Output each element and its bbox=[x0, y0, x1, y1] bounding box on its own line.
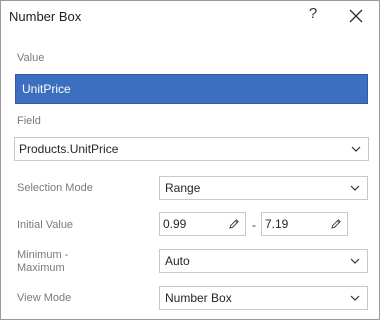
initial-value-from-text: 0.99 bbox=[163, 217, 187, 231]
number-box-dialog: Number Box ? Value UnitPrice Field Produ… bbox=[0, 0, 380, 320]
close-icon bbox=[349, 9, 363, 23]
view-mode-value: Number Box bbox=[165, 291, 232, 305]
help-button[interactable]: ? bbox=[305, 5, 321, 25]
selection-mode-dropdown[interactable]: Range bbox=[159, 176, 368, 200]
view-mode-dropdown[interactable]: Number Box bbox=[159, 286, 368, 310]
initial-value-label: Initial Value bbox=[17, 219, 74, 231]
field-dropdown[interactable]: Products.UnitPrice bbox=[14, 137, 369, 161]
selection-mode-label: Selection Mode bbox=[17, 182, 93, 194]
chevron-down-icon bbox=[350, 295, 360, 301]
value-field-selected[interactable]: UnitPrice bbox=[15, 74, 368, 104]
chevron-down-icon bbox=[351, 146, 361, 152]
field-label: Field bbox=[17, 115, 41, 127]
pencil-icon[interactable] bbox=[228, 218, 240, 230]
range-separator: - bbox=[252, 218, 256, 232]
value-label: Value bbox=[17, 52, 45, 64]
dialog-title: Number Box bbox=[9, 9, 82, 24]
initial-value-to-input[interactable]: 7.19 bbox=[261, 212, 348, 236]
min-max-value: Auto bbox=[165, 254, 190, 268]
view-mode-label: View Mode bbox=[17, 292, 72, 304]
field-dropdown-value: Products.UnitPrice bbox=[19, 142, 119, 156]
min-max-label: Minimum - Maximum bbox=[17, 249, 69, 274]
initial-value-from-input[interactable]: 0.99 bbox=[159, 212, 246, 236]
close-button[interactable] bbox=[345, 5, 367, 27]
pencil-icon[interactable] bbox=[330, 218, 342, 230]
chevron-down-icon bbox=[350, 258, 360, 264]
chevron-down-icon bbox=[350, 185, 360, 191]
min-max-dropdown[interactable]: Auto bbox=[159, 249, 368, 273]
initial-value-to-text: 7.19 bbox=[265, 217, 289, 231]
selection-mode-value: Range bbox=[165, 181, 201, 195]
